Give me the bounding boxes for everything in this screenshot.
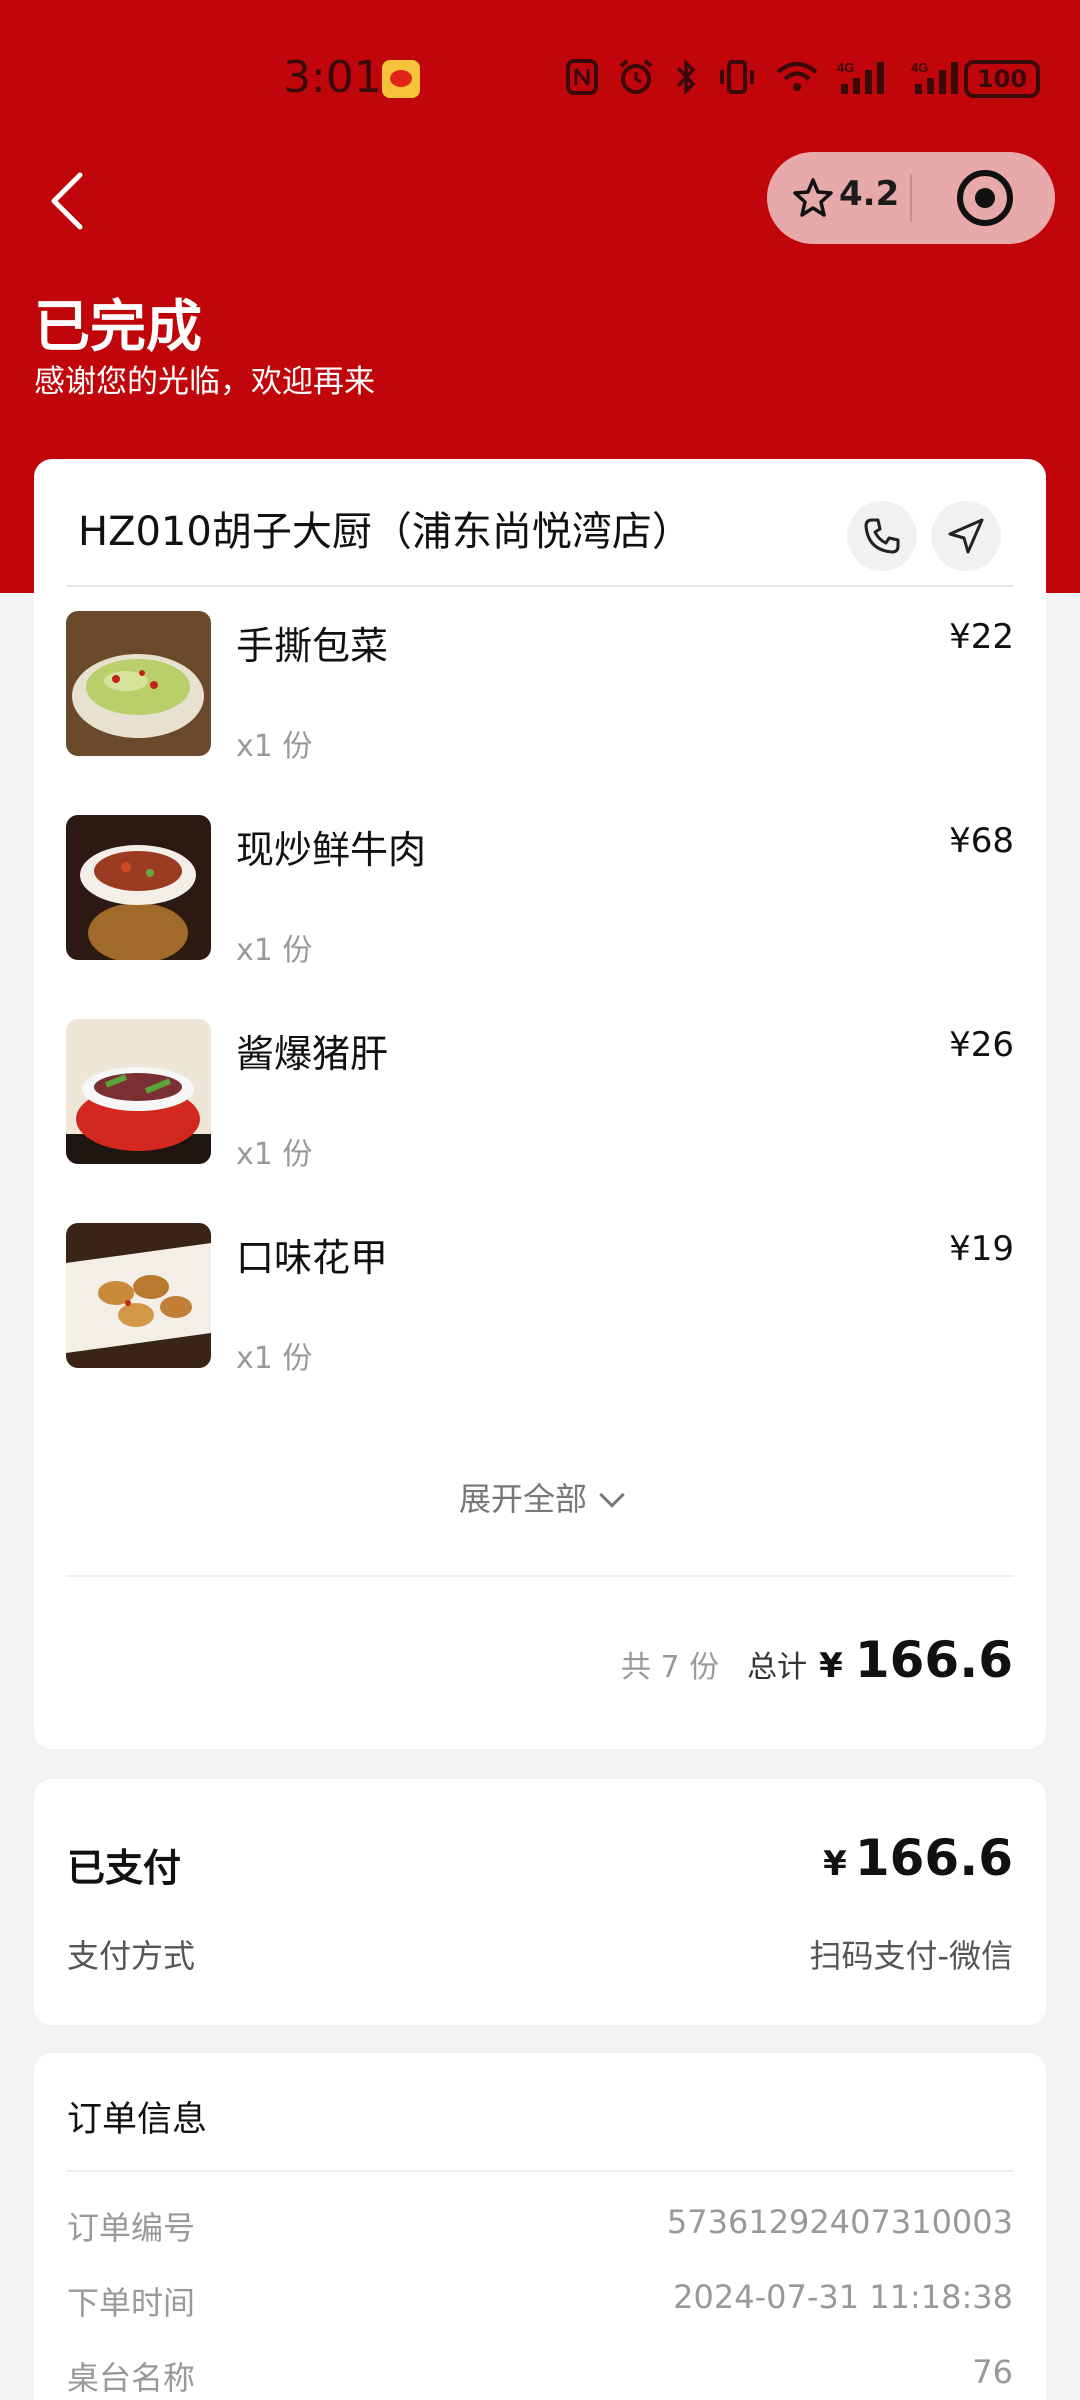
signal-4g-icon-2: 4G — [911, 60, 958, 94]
nfc-icon — [566, 59, 598, 95]
list-item: 口味花甲 x1 份 ¥19 — [66, 1223, 1014, 1427]
vibrate-icon — [720, 60, 754, 94]
order-info-title: 订单信息 — [67, 2100, 208, 2140]
rating-value[interactable]: 4.2 — [839, 174, 899, 214]
chevron-left-icon — [51, 172, 83, 230]
dish-list: 手撕包菜 x1 份 ¥22 现炒鲜牛肉 x1 份 ¥68 酱爆猪肝 x1 份 ¥… — [66, 611, 1014, 1427]
svg-text:4G: 4G — [837, 60, 854, 75]
dish-quantity: x1 份 — [236, 933, 313, 968]
dish-name: 手撕包菜 — [236, 624, 389, 668]
battery-indicator: 100 — [964, 60, 1040, 98]
dish-quantity: x1 份 — [236, 1137, 313, 1172]
bluetooth-icon — [676, 58, 696, 96]
divider — [66, 585, 1014, 587]
dish-name: 口味花甲 — [236, 1236, 389, 1280]
payment-card: 已支付 ¥ 166.6 支付方式 扫码支付-微信 — [34, 1779, 1046, 2025]
paid-amount: ¥ 166.6 — [823, 1829, 1013, 1887]
order-items-card: HZ010胡子大厨（浦东尚悦湾店） 手撕包菜 x1 份 ¥22 现炒鲜牛肉 x1… — [34, 459, 1046, 1749]
navigation-button[interactable] — [931, 501, 1001, 571]
dish-price: ¥68 — [949, 821, 1014, 861]
record-icon[interactable] — [957, 170, 1013, 226]
dish-image — [66, 815, 211, 960]
dish-quantity: x1 份 — [236, 729, 313, 764]
dish-price: ¥26 — [949, 1025, 1014, 1065]
order-info-card: 订单信息 订单编号 57361292407310003 下单时间 2024-07… — [34, 2053, 1046, 2400]
order-number-label: 订单编号 — [67, 2209, 196, 2247]
order-number-row: 订单编号 57361292407310003 — [67, 2203, 1013, 2249]
dish-quantity: x1 份 — [236, 1341, 313, 1376]
total-label: 总计 — [747, 1650, 808, 1685]
table-name-row: 桌台名称 76 — [67, 2353, 1013, 2399]
divider — [67, 2170, 1013, 2172]
dish-image — [66, 1223, 211, 1368]
payment-method-value: 扫码支付-微信 — [809, 1937, 1013, 1975]
alarm-icon — [619, 59, 653, 94]
svg-text:4G: 4G — [911, 60, 928, 75]
list-item: 手撕包菜 x1 份 ¥22 — [66, 611, 1014, 815]
order-number-value[interactable]: 57361292407310003 — [667, 2203, 1013, 2241]
order-time-row: 下单时间 2024-07-31 11:18:38 — [67, 2278, 1013, 2324]
dish-price: ¥19 — [949, 1229, 1014, 1269]
signal-4g-icon: 4G — [837, 60, 884, 94]
dish-image — [66, 1019, 211, 1164]
restaurant-name[interactable]: HZ010胡子大厨（浦东尚悦湾店） — [78, 499, 692, 557]
mini-program-capsule: 4.2 — [767, 152, 1055, 244]
phone-icon — [864, 518, 900, 554]
order-total: 共 7 份 总计 ¥ 166.6 — [621, 1631, 1013, 1689]
capsule-divider — [910, 174, 912, 222]
currency-symbol: ¥ — [819, 1646, 843, 1686]
order-time-label: 下单时间 — [67, 2284, 196, 2322]
paid-label: 已支付 — [67, 1846, 182, 1890]
total-amount: 166.6 — [854, 1631, 1013, 1689]
order-time-value: 2024-07-31 11:18:38 — [673, 2278, 1013, 2316]
list-item: 现炒鲜牛肉 x1 份 ¥68 — [66, 815, 1014, 1019]
dish-price: ¥22 — [949, 617, 1014, 657]
chevron-down-icon — [599, 1482, 625, 1508]
list-item: 酱爆猪肝 x1 份 ¥26 — [66, 1019, 1014, 1223]
expand-all-button[interactable]: 展开全部 — [34, 1474, 1046, 1520]
status-bar: 3:01 4G 4G 100 — [0, 0, 1080, 150]
back-button[interactable] — [40, 165, 100, 235]
star-icon[interactable] — [791, 176, 835, 220]
currency-symbol: ¥ — [823, 1844, 847, 1884]
dish-image — [66, 611, 211, 756]
table-name-label: 桌台名称 — [67, 2359, 196, 2397]
navigation-arrow-icon — [948, 518, 984, 554]
dish-name: 现炒鲜牛肉 — [236, 828, 427, 872]
weibo-notification-icon — [382, 60, 420, 98]
dish-name: 酱爆猪肝 — [236, 1032, 389, 1076]
total-count: 共 7 份 — [621, 1650, 720, 1685]
order-status-subtitle: 感谢您的光临，欢迎再来 — [34, 364, 375, 400]
paid-amount-value: 166.6 — [854, 1829, 1013, 1887]
wifi-icon — [776, 62, 818, 91]
call-button[interactable] — [847, 501, 917, 571]
order-status-title: 已完成 — [34, 295, 202, 360]
table-name-value: 76 — [972, 2353, 1013, 2391]
expand-all-label: 展开全部 — [458, 1480, 587, 1518]
payment-method-label: 支付方式 — [67, 1937, 196, 1975]
divider — [66, 1575, 1014, 1577]
status-icons: 4G 4G — [565, 58, 967, 96]
status-time: 3:01 — [283, 52, 382, 103]
